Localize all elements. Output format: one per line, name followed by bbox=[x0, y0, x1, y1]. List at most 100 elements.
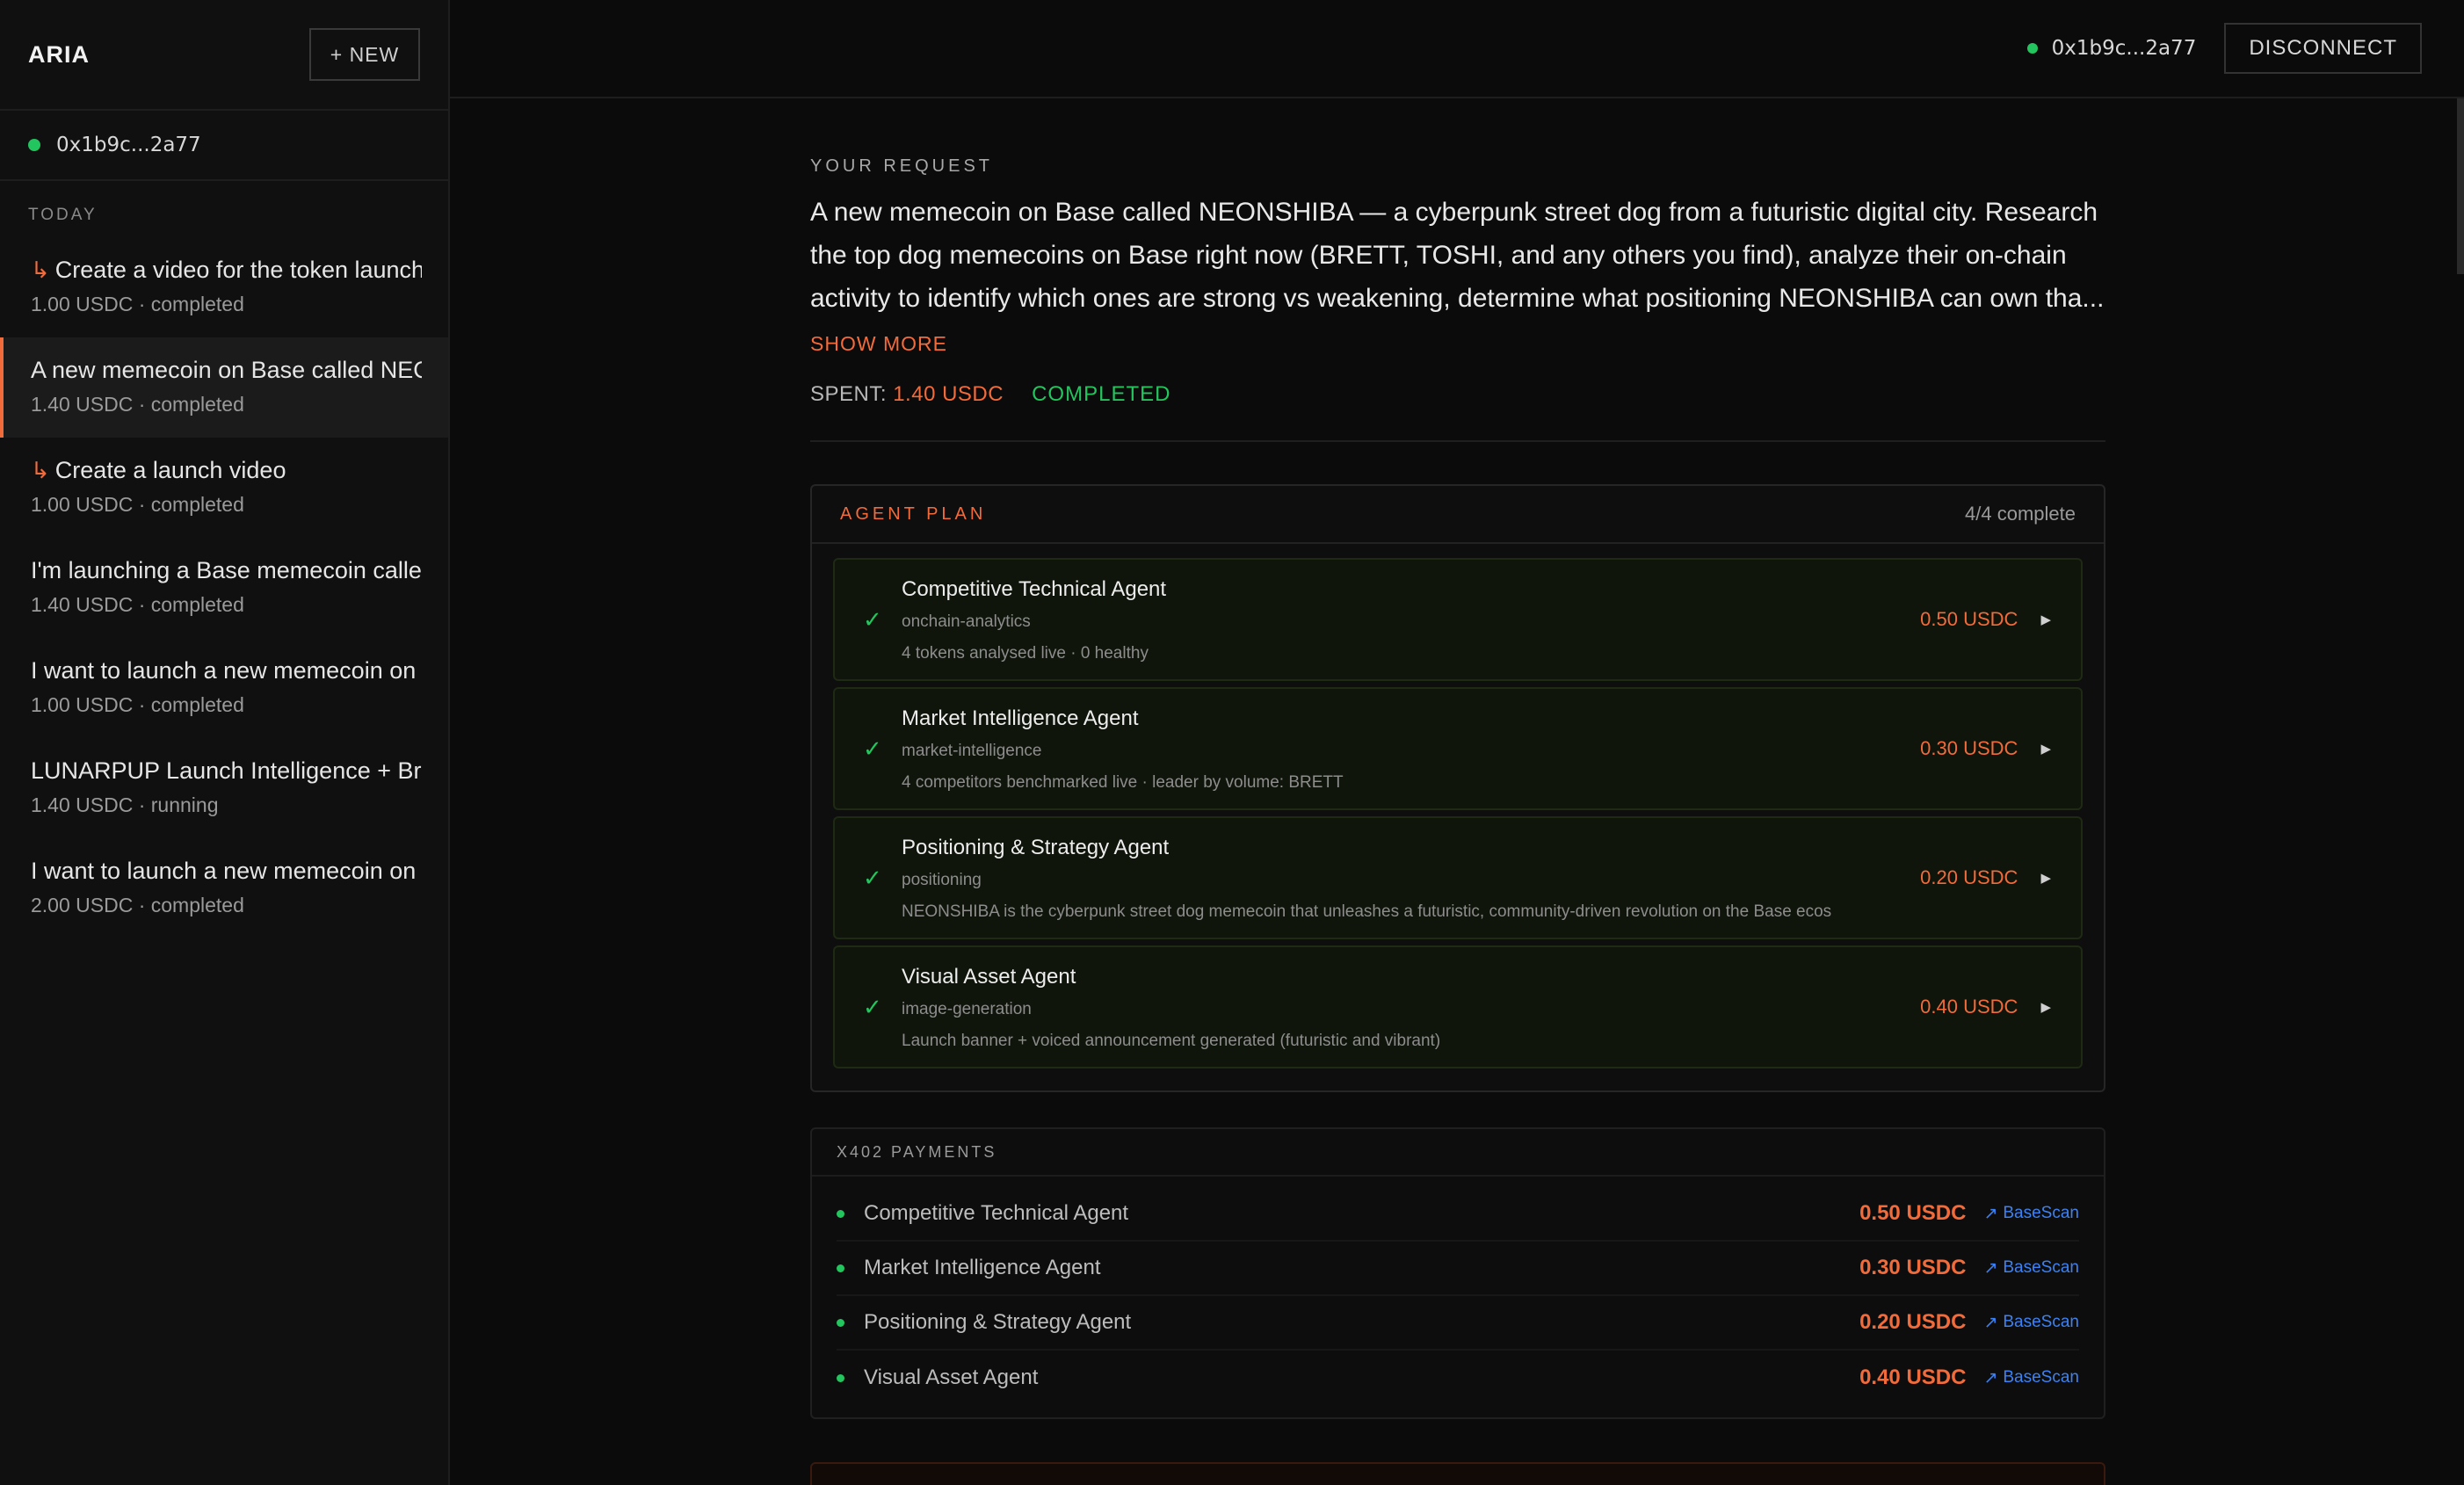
payment-agent-name: Market Intelligence Agent bbox=[864, 1256, 1101, 1279]
conversation-meta: 1.40 USDC · completed bbox=[31, 393, 244, 416]
agent-price: 0.30 USDC bbox=[1920, 737, 2018, 759]
check-icon: ✓ bbox=[863, 864, 882, 891]
conversation-meta: 1.00 USDC · completed bbox=[31, 493, 244, 516]
next-section-card bbox=[810, 1462, 2105, 1485]
main-content: YOUR REQUEST A new memecoin on Base call… bbox=[810, 98, 2105, 1419]
payments-header: X402 PAYMENTS bbox=[812, 1129, 2104, 1177]
payment-status-dot bbox=[837, 1264, 844, 1272]
conversation-item[interactable]: I want to launch a new memecoin on 2.00 … bbox=[0, 838, 448, 938]
new-chat-button[interactable]: + NEW bbox=[309, 28, 420, 81]
conversation-title: Create a video for the token launch bbox=[54, 257, 422, 283]
agent-price: 0.50 USDC bbox=[1920, 608, 2018, 630]
payments-panel: X402 PAYMENTS Competitive Technical Agen… bbox=[810, 1127, 2105, 1419]
section-label-today: TODAY bbox=[28, 206, 98, 224]
agent-tag: positioning bbox=[902, 871, 982, 889]
payment-status-dot bbox=[837, 1373, 844, 1382]
payment-agent-name: Positioning & Strategy Agent bbox=[864, 1310, 1132, 1334]
agent-tag: market-intelligence bbox=[902, 742, 1042, 760]
conversation-meta: 1.00 USDC · completed bbox=[31, 293, 244, 315]
basescan-link[interactable]: ↗ BaseScan bbox=[1983, 1258, 2079, 1279]
conversation-title: Create a launch video bbox=[54, 457, 286, 483]
agent-name: Competitive Technical Agent bbox=[902, 577, 1167, 601]
payment-amount: 0.20 USDC bbox=[1859, 1310, 1967, 1334]
wallet-address: 0x1b9c...2a77 bbox=[2051, 37, 2197, 60]
agent-card[interactable]: ✓ Competitive Technical Agent onchain-an… bbox=[833, 558, 2083, 681]
spent-row: SPENT: 1.40 USDC COMPLETED bbox=[810, 382, 2105, 407]
check-icon: ✓ bbox=[863, 605, 882, 633]
conversation-meta: 2.00 USDC · completed bbox=[31, 894, 244, 916]
payment-status-dot bbox=[837, 1318, 844, 1327]
agent-name: Market Intelligence Agent bbox=[902, 706, 1139, 730]
status-badge: COMPLETED bbox=[1032, 382, 1171, 406]
conversation-meta: 1.00 USDC · completed bbox=[31, 693, 244, 716]
agent-list: ✓ Competitive Technical Agent onchain-an… bbox=[812, 544, 2104, 1068]
conversation-item[interactable]: I'm launching a Base memecoin called 1.4… bbox=[0, 538, 448, 638]
scrollbar-thumb[interactable] bbox=[2457, 98, 2464, 274]
conversation-item-active[interactable]: A new memecoin on Base called NEONSHIBA … bbox=[0, 337, 448, 438]
payment-amount: 0.40 USDC bbox=[1859, 1365, 1967, 1389]
divider bbox=[810, 440, 2105, 442]
payment-status-dot bbox=[837, 1209, 844, 1218]
conversation-item[interactable]: ↳ Create a launch video 1.00 USDC · comp… bbox=[0, 438, 448, 538]
conversation-title: LUNARPUP Launch Intelligence + Brand bbox=[31, 757, 422, 784]
agent-card[interactable]: ✓ Positioning & Strategy Agent positioni… bbox=[833, 816, 2083, 939]
spent-label: SPENT: bbox=[810, 382, 888, 406]
request-label: YOUR REQUEST bbox=[810, 156, 994, 176]
agent-plan-progress: 4/4 complete bbox=[1965, 503, 2076, 525]
agent-card[interactable]: ✓ Market Intelligence Agent market-intel… bbox=[833, 687, 2083, 810]
payment-agent-name: Competitive Technical Agent bbox=[864, 1201, 1129, 1225]
external-link-icon: ↗ bbox=[1983, 1313, 1998, 1332]
conversation-meta: 1.40 USDC · running bbox=[31, 793, 219, 816]
payment-amount: 0.30 USDC bbox=[1859, 1256, 1967, 1279]
expand-triangle-icon[interactable]: ▶ bbox=[2040, 870, 2051, 886]
conversation-item[interactable]: LUNARPUP Launch Intelligence + Brand 1.4… bbox=[0, 738, 448, 838]
agent-tag: onchain-analytics bbox=[902, 612, 1031, 631]
agent-name: Visual Asset Agent bbox=[902, 965, 1076, 989]
show-more-link[interactable]: SHOW MORE bbox=[810, 332, 947, 356]
request-text: A new memecoin on Base called NEONSHIBA … bbox=[810, 198, 2105, 313]
top-bar: 0x1b9c...2a77 DISCONNECT bbox=[450, 0, 2464, 98]
wallet-address: 0x1b9c...2a77 bbox=[56, 134, 201, 156]
disconnect-button[interactable]: DISCONNECT bbox=[2224, 23, 2422, 74]
agent-tag: image-generation bbox=[902, 1000, 1032, 1018]
payments-title: X402 PAYMENTS bbox=[837, 1142, 997, 1161]
basescan-link[interactable]: ↗ BaseScan bbox=[1983, 1204, 2079, 1224]
agent-description: Launch banner + voiced announcement gene… bbox=[902, 1032, 1441, 1050]
basescan-link[interactable]: ↗ BaseScan bbox=[1983, 1368, 2079, 1388]
check-icon: ✓ bbox=[863, 993, 882, 1020]
external-link-icon: ↗ bbox=[1983, 1368, 1998, 1387]
conversation-item[interactable]: ↳ Create a video for the token launch 1.… bbox=[0, 237, 448, 337]
external-link-icon: ↗ bbox=[1983, 1204, 1998, 1223]
agent-plan-header: AGENT PLAN 4/4 complete bbox=[812, 486, 2104, 544]
check-icon: ✓ bbox=[863, 735, 882, 762]
expand-triangle-icon[interactable]: ▶ bbox=[2040, 612, 2051, 627]
payments-list: Competitive Technical Agent 0.50 USDC ↗ B… bbox=[812, 1177, 2104, 1405]
expand-triangle-icon[interactable]: ▶ bbox=[2040, 999, 2051, 1015]
payment-row: Visual Asset Agent 0.40 USDC ↗ BaseScan bbox=[837, 1351, 2079, 1405]
agent-description: 4 tokens analysed live · 0 healthy bbox=[902, 644, 1149, 663]
payment-agent-name: Visual Asset Agent bbox=[864, 1365, 1039, 1389]
agent-price: 0.40 USDC bbox=[1920, 996, 2018, 1018]
conversation-title: I want to launch a new memecoin on bbox=[31, 657, 417, 684]
basescan-link[interactable]: ↗ BaseScan bbox=[1983, 1313, 2079, 1333]
expand-triangle-icon[interactable]: ▶ bbox=[2040, 741, 2051, 757]
wallet-status-dot bbox=[2026, 43, 2038, 54]
conversation-title: I want to launch a new memecoin on bbox=[31, 858, 417, 884]
sidebar-wallet: 0x1b9c...2a77 bbox=[0, 111, 448, 181]
payment-row: Competitive Technical Agent 0.50 USDC ↗ B… bbox=[837, 1187, 2079, 1242]
payment-row: Market Intelligence Agent 0.30 USDC ↗ Bas… bbox=[837, 1242, 2079, 1296]
agent-description: 4 competitors benchmarked live · leader … bbox=[902, 773, 1344, 792]
agent-card[interactable]: ✓ Visual Asset Agent image-generation La… bbox=[833, 945, 2083, 1068]
conversation-title: A new memecoin on Base called NEONSHIBA bbox=[31, 357, 422, 383]
agent-plan-panel: AGENT PLAN 4/4 complete ✓ Competitive Te… bbox=[810, 484, 2105, 1092]
wallet-status-dot bbox=[28, 139, 40, 151]
spent-value: 1.40 USDC bbox=[893, 382, 1004, 406]
app-logo: ARIA bbox=[28, 40, 90, 68]
conversation-meta: 1.40 USDC · completed bbox=[31, 593, 244, 616]
agent-plan-title: AGENT PLAN bbox=[840, 503, 987, 524]
payment-amount: 0.50 USDC bbox=[1859, 1201, 1967, 1225]
agent-description: NEONSHIBA is the cyberpunk street dog me… bbox=[902, 902, 1832, 921]
sidebar-header: ARIA + NEW bbox=[0, 0, 448, 111]
agent-price: 0.20 USDC bbox=[1920, 866, 2018, 888]
conversation-item[interactable]: I want to launch a new memecoin on 1.00 … bbox=[0, 638, 448, 738]
